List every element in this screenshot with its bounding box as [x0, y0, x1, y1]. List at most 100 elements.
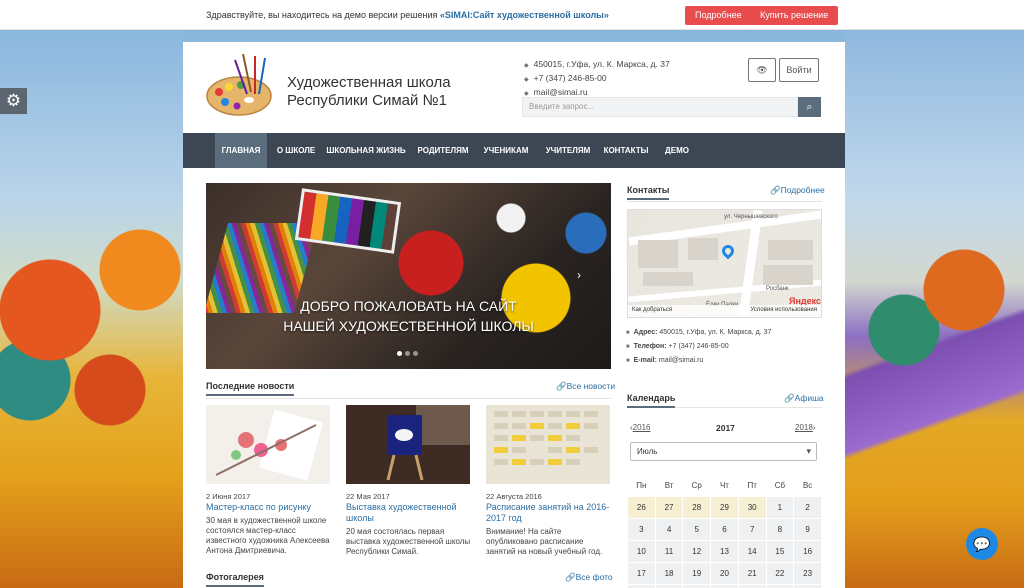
slider-dots — [397, 347, 421, 359]
calendar-day[interactable]: 1 — [765, 496, 795, 519]
calendar-day[interactable]: 15 — [765, 540, 795, 563]
calendar-day[interactable]: 28 — [737, 584, 767, 588]
demo-more-button[interactable]: Подробнее — [685, 6, 752, 25]
calendar-dow: Пт — [737, 474, 767, 497]
calendar-day[interactable]: 12 — [682, 540, 712, 563]
map-terms-link[interactable]: Условия использования — [750, 307, 817, 313]
slider-next-arrow-icon[interactable]: › — [577, 268, 581, 282]
calendar-day[interactable]: 5 — [682, 518, 712, 541]
gallery-heading[interactable]: Фотогалерея — [206, 572, 264, 587]
calendar-day[interactable]: 17 — [627, 562, 656, 585]
news-card[interactable]: 22 Августа 2016 Расписание занятий на 20… — [486, 405, 611, 557]
calendar-day[interactable]: 26 — [627, 496, 656, 519]
calendar-day[interactable]: 8 — [765, 518, 795, 541]
news-excerpt: 20 мая состоялась первая выставка художе… — [346, 527, 471, 556]
accessibility-eye-icon[interactable]: 👁 — [748, 58, 776, 82]
news-image-flowers[interactable] — [206, 405, 330, 484]
map-pin-icon[interactable] — [719, 242, 737, 260]
calendar-dow: Пн — [627, 474, 656, 497]
news-heading[interactable]: Последние новости — [206, 381, 295, 396]
chat-bubble-icon[interactable]: 💬 — [966, 528, 998, 560]
hero-slider[interactable]: Добро пожаловать на сайт нашей художеств… — [206, 183, 611, 369]
search-icon[interactable]: ⌕ — [798, 97, 821, 117]
slider-dot[interactable] — [397, 351, 402, 356]
calendar-day[interactable]: 10 — [627, 540, 656, 563]
nav-item-teachers[interactable]: Учителям — [540, 133, 596, 168]
nav-item-contacts[interactable]: Контакты — [601, 133, 651, 168]
header-contacts: 450015, г.Уфа, ул. К. Маркса, д. 37 +7 (… — [524, 58, 670, 100]
news-image-easel[interactable] — [346, 405, 470, 484]
nav-item-demo[interactable]: Демо — [659, 133, 695, 168]
calendar-day[interactable]: 4 — [654, 518, 684, 541]
contact-phone: Телефон: +7 (347) 246-85-00 — [626, 342, 729, 352]
nav-item-school-life[interactable]: Школьная жизнь — [326, 133, 406, 168]
calendar-dow: Вт — [654, 474, 684, 497]
settings-gear-icon[interactable]: ⚙ — [0, 88, 27, 114]
calendar-day[interactable]: 24 — [627, 584, 656, 588]
all-news-link[interactable]: 🔗Все новости — [556, 381, 615, 392]
calendar-day[interactable]: 21 — [737, 562, 767, 585]
search-input[interactable]: Введите запрос... — [522, 97, 798, 117]
nav-item-home[interactable]: Главная — [215, 133, 267, 168]
calendar-day[interactable]: 3 — [627, 518, 656, 541]
calendar-day[interactable]: 6 — [710, 518, 739, 541]
calendar-day[interactable]: 20 — [710, 562, 739, 585]
news-card[interactable]: 2 Июня 2017 Мастер-класс по рисунку 30 м… — [206, 405, 331, 556]
demo-product-link[interactable]: «SIMAI:Сайт художественной школы» — [440, 10, 609, 20]
slider-dot[interactable] — [413, 351, 418, 356]
calendar-day[interactable]: 16 — [793, 540, 822, 563]
nav-item-about[interactable]: О школе — [271, 133, 321, 168]
calendar-day[interactable]: 28 — [682, 496, 712, 519]
news-image-schedule[interactable] — [486, 405, 610, 484]
calendar-day[interactable]: 30 — [737, 496, 767, 519]
calendar-grid: Пн Вт Ср Чт Пт Сб Вс 26 27 28 29 30 1 2 … — [627, 474, 822, 588]
demo-bar: Здравствуйте, вы находитесь на демо верс… — [0, 0, 1024, 30]
palette-logo-icon[interactable] — [205, 52, 277, 120]
calendar-day[interactable]: 23 — [793, 562, 822, 585]
map-bank-label: Росбанк — [766, 286, 789, 292]
calendar-day[interactable]: 7 — [737, 518, 767, 541]
calendar-day[interactable]: 27 — [710, 584, 739, 588]
calendar-day[interactable]: 19 — [682, 562, 712, 585]
calendar-prev-year[interactable]: ‹2016 — [630, 423, 650, 432]
header-phone[interactable]: +7 (347) 246-85-00 — [524, 72, 670, 86]
news-title[interactable]: Расписание занятий на 2016-2017 год — [486, 502, 611, 524]
calendar-day[interactable]: 13 — [710, 540, 739, 563]
site-title[interactable]: Художественная школа Республики Симай №1 — [287, 74, 487, 110]
contact-address: Адрес: 450015, г.Уфа, ул. К. Маркса, д. … — [626, 328, 772, 338]
calendar-next-year[interactable]: 2018› — [795, 423, 815, 432]
contact-email: E-mail: mail@simai.ru — [626, 356, 704, 366]
calendar-day[interactable]: 11 — [654, 540, 684, 563]
calendar-day[interactable]: 2 — [793, 496, 822, 519]
calendar-day[interactable]: 9 — [793, 518, 822, 541]
calendar-day[interactable]: 18 — [654, 562, 684, 585]
buy-solution-button[interactable]: Купить решение — [750, 6, 839, 25]
slider-dot[interactable] — [405, 351, 410, 356]
calendar-day[interactable]: 29 — [765, 584, 795, 588]
login-button[interactable]: Войти — [779, 58, 819, 82]
calendar-month-select[interactable]: Июль — [630, 442, 817, 461]
afisha-link[interactable]: 🔗Афиша — [784, 393, 824, 404]
map-block — [643, 272, 693, 286]
nav-item-parents[interactable]: Родителям — [415, 133, 471, 168]
calendar-heading[interactable]: Календарь — [627, 393, 676, 408]
calendar-day[interactable]: 14 — [737, 540, 767, 563]
contacts-more-link[interactable]: 🔗Подробнее — [770, 185, 825, 196]
map-block — [688, 238, 718, 260]
news-card[interactable]: 22 Мая 2017 Выставка художественной школ… — [346, 405, 471, 557]
calendar-day[interactable]: 30 — [793, 584, 822, 588]
calendar-day[interactable]: 22 — [765, 562, 795, 585]
news-title[interactable]: Мастер-класс по рисунку — [206, 502, 331, 513]
all-photos-link[interactable]: 🔗Все фото — [565, 572, 613, 583]
calendar-day[interactable]: 27 — [654, 496, 684, 519]
news-title[interactable]: Выставка художественной школы — [346, 502, 471, 524]
map-route-link[interactable]: Как добраться — [632, 307, 672, 313]
demo-notice: Здравствуйте, вы находитесь на демо верс… — [206, 10, 609, 20]
yandex-map[interactable]: ул. Чернышевского Росбанк Ёлки Палки Янд… — [627, 209, 822, 318]
calendar-day[interactable]: 26 — [682, 584, 712, 588]
calendar-day[interactable]: 25 — [654, 584, 684, 588]
calendar-dow: Чт — [710, 474, 739, 497]
contacts-heading[interactable]: Контакты — [627, 185, 670, 200]
calendar-day[interactable]: 29 — [710, 496, 739, 519]
nav-item-students[interactable]: Ученикам — [479, 133, 533, 168]
